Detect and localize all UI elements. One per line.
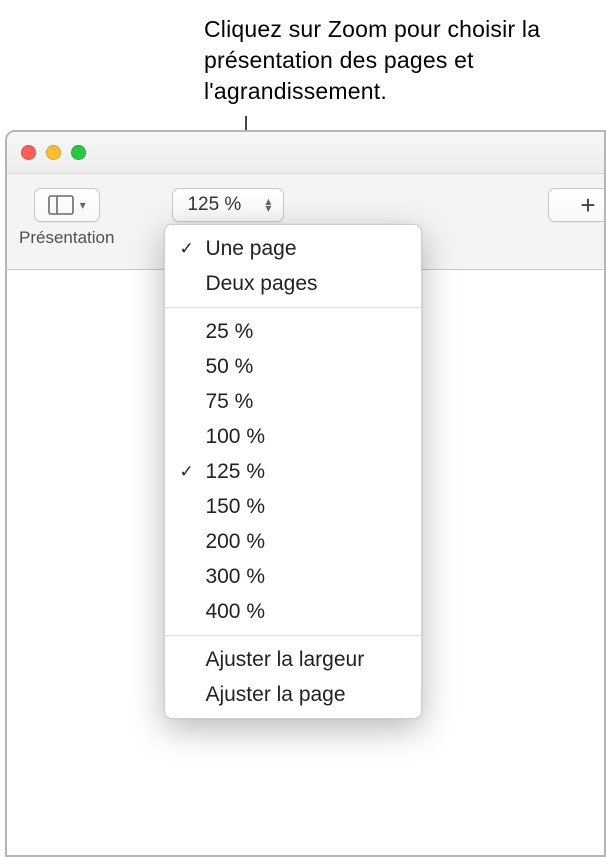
zoom-menu-item[interactable]: 200 % [165, 524, 421, 559]
zoom-menu-item-label: Ajuster la page [205, 683, 345, 707]
maximize-button[interactable] [71, 145, 86, 160]
zoom-menu-item-label: 400 % [205, 600, 265, 624]
minimize-button[interactable] [46, 145, 61, 160]
zoom-menu-item-label: Une page [205, 237, 296, 261]
toolbar: ▾ Présentation 125 % ▴▾ ✓Une pageDeux pa… [7, 174, 604, 270]
zoom-menu-item[interactable]: 75 % [165, 384, 421, 419]
toolbar-group-view: ▾ Présentation [19, 188, 114, 248]
view-button[interactable]: ▾ [34, 188, 100, 222]
chevron-updown-icon: ▴▾ [265, 198, 271, 212]
callout-annotation: Cliquez sur Zoom pour choisir la présent… [204, 14, 594, 107]
zoom-menu-item-label: 300 % [205, 565, 265, 589]
close-button[interactable] [21, 145, 36, 160]
zoom-menu-item-label: Ajuster la largeur [205, 648, 364, 672]
zoom-menu: ✓ Une page Deux pages 25 % 50 % 75 % 100 % ✓ 125… [164, 224, 422, 719]
check-icon: ✓ [179, 462, 193, 482]
chevron-down-icon: ▾ [80, 202, 86, 209]
toolbar-group-add-page: + age [548, 188, 606, 248]
zoom-menu-item[interactable]: 100 % [165, 419, 421, 454]
zoom-value-text: 125 % [187, 194, 241, 216]
add-page-button[interactable]: + [548, 188, 606, 222]
zoom-menu-item[interactable]: 25 % [165, 314, 421, 349]
zoom-menu-item-label: 50 % [205, 355, 253, 379]
view-panel-icon [48, 195, 74, 215]
zoom-menu-item[interactable]: 50 % [165, 349, 421, 384]
toolbar-group-zoom: 125 % ▴▾ ✓Une pageDeux pages25 %50 %75 %… [172, 188, 284, 222]
zoom-menu-item-label: 200 % [205, 530, 265, 554]
check-icon: ✓ [179, 239, 193, 259]
zoom-menu-item-label: 75 % [205, 390, 253, 414]
zoom-menu-item[interactable]: Deux pages [165, 266, 421, 301]
zoom-menu-item[interactable]: Ajuster la largeur [165, 642, 421, 677]
view-label: Présentation [19, 228, 114, 248]
zoom-menu-item-label: 25 % [205, 320, 253, 344]
menu-separator [165, 635, 421, 636]
app-window: ▾ Présentation 125 % ▴▾ ✓Une pageDeux pa… [5, 130, 606, 857]
menu-separator [165, 307, 421, 308]
zoom-menu-item[interactable]: 400 % [165, 594, 421, 629]
plus-icon: + [580, 190, 595, 221]
zoom-menu-item[interactable]: ✓ Une page [165, 231, 421, 266]
zoom-menu-item[interactable]: Ajuster la page [165, 677, 421, 712]
window-titlebar [7, 132, 604, 174]
zoom-menu-item[interactable]: 300 % [165, 559, 421, 594]
zoom-menu-item-label: 150 % [205, 495, 265, 519]
zoom-menu-item-label: Deux pages [205, 272, 317, 296]
zoom-menu-item[interactable]: ✓ 125 % [165, 454, 421, 489]
zoom-popup-button[interactable]: 125 % ▴▾ [172, 188, 284, 222]
zoom-menu-item-label: 100 % [205, 425, 265, 449]
zoom-menu-item[interactable]: 150 % [165, 489, 421, 524]
zoom-menu-item-label: 125 % [205, 460, 265, 484]
